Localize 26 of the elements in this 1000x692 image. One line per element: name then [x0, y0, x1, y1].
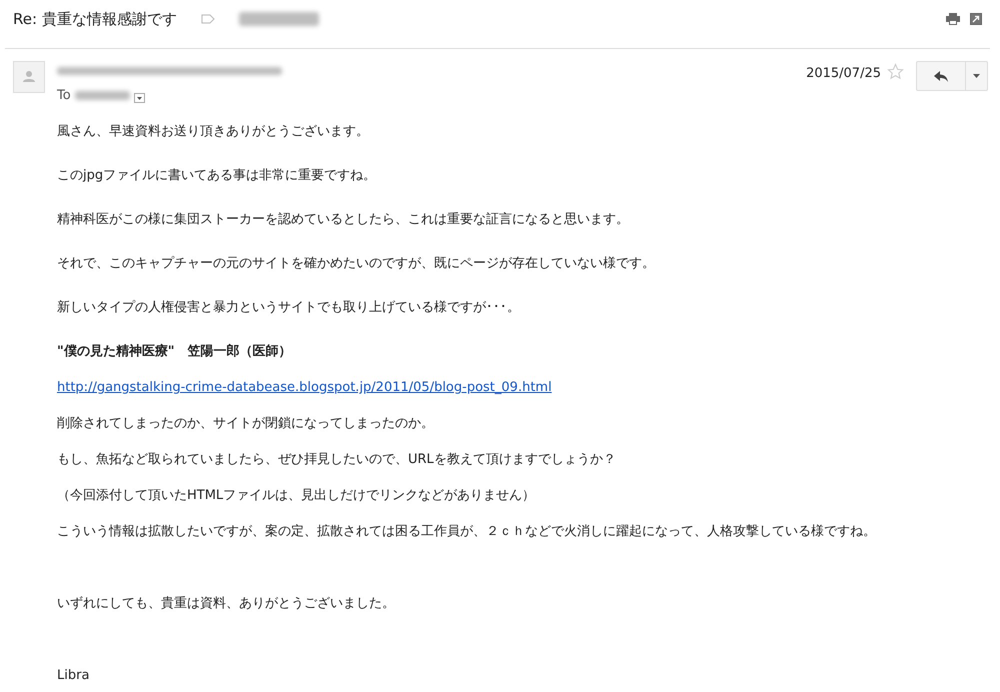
reply-icon — [934, 70, 948, 82]
details-dropdown-icon[interactable] — [134, 93, 145, 103]
email-subject: Re: 貴重な情報感謝です — [13, 10, 177, 28]
reply-button[interactable] — [916, 61, 966, 91]
body-paragraph: Libra — [57, 668, 90, 683]
body-paragraph: いずれにしても、貴重は資料、ありがとうございました。 — [57, 596, 395, 611]
more-button[interactable] — [966, 61, 988, 91]
popout-icon[interactable] — [970, 13, 982, 25]
star-icon[interactable] — [887, 63, 904, 80]
print-icon[interactable] — [946, 13, 960, 25]
body-paragraph: もし、魚拓など取られていましたら、ぜひ拝見したいので、URLを教えて頂けますでしょうか？ — [57, 452, 616, 467]
body-paragraph: 精神科医がこの様に集団ストーカーを認めているとしたら、これは重要な証言になると思います。 — [57, 212, 629, 227]
message-date: 2015/07/25 — [806, 66, 881, 81]
url-link[interactable]: http://gangstalking-crime-databease.blogspot.jp/2011/05/blog-post_09.html — [57, 380, 552, 395]
redacted-recipient — [74, 90, 130, 100]
body-paragraph: 風さん、早速資料お送り頂きありがとうございます。 — [57, 124, 369, 139]
body-paragraph: こういう情報は拡散したいですが、案の定、拡散されては困る工作員が、２ｃｈなどで火消しに躍起になって、人格攻撃している様ですね。 — [57, 524, 876, 539]
to-label: To — [57, 88, 71, 102]
body-paragraph: 新しいタイプの人権侵害と暴力というサイトでも取り上げている様ですが･･･。 — [57, 300, 520, 315]
caret-icon — [973, 74, 980, 78]
body-paragraph: 削除されてしまったのか、サイトが閉鎖になってしまったのか。 — [57, 416, 434, 431]
body-paragraph: このjpgファイルに書いてある事は非常に重要ですね。 — [57, 168, 376, 183]
body-paragraph: （今回添付して頂いたHTMLファイルは、見出しだけでリンクなどがありません） — [57, 488, 536, 503]
body-paragraph: それで、このキャプチャーの元のサイトを確かめたいのですが、既にページが存在していない様です。 — [57, 256, 655, 271]
avatar-icon — [13, 61, 45, 93]
article-title: "僕の見た精神医療" 笠陽一郎（医師） — [57, 344, 292, 359]
